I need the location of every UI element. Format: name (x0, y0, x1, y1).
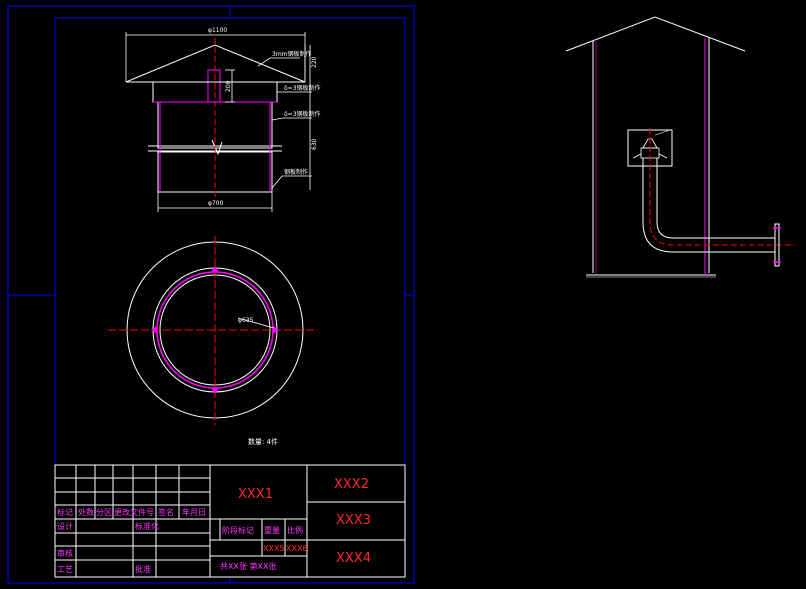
label-sign: 签名 (158, 507, 174, 517)
dim-top-width: φ1100 (208, 27, 227, 34)
placeholder-drawing-no: XXX4 (336, 551, 371, 566)
cad-drawing-canvas: φ1100 φ700 220 200 630 3mm钢板制作 δ=3钢板制作 δ… (7, 5, 795, 584)
label-count: 处数 (78, 507, 94, 517)
dim-vent-height: 200 (225, 80, 232, 92)
placeholder-company: XXX2 (334, 477, 369, 492)
label-process: 工艺 (57, 565, 73, 574)
dimension-lines (125, 32, 311, 212)
callout-mid: δ=3钢板制作 (284, 84, 321, 92)
placeholder-name: XXX1 (238, 487, 273, 502)
label-mark: 标记 (57, 507, 73, 517)
elevation-view: φ1100 φ700 220 200 630 3mm钢板制作 δ=3钢板制作 δ… (125, 27, 321, 212)
label-stage-mark: 阶段标记 (222, 525, 254, 535)
label-design: 设计 (57, 521, 73, 531)
label-sheets: 共XX张 第XX张 (220, 561, 276, 571)
placeholder-drawing-title: XXX3 (336, 513, 371, 528)
sheet-frame (7, 5, 415, 584)
label-scale: 比例 (287, 525, 303, 535)
placeholder-weight: XXX5 (263, 544, 285, 553)
placeholder-scale: XXX6 (286, 544, 308, 553)
dim-plan-radius: φ635 (238, 317, 254, 324)
label-date: 年月日 (182, 507, 206, 517)
quantity-note: 数量: 4件 (248, 437, 278, 446)
label-approve: 批准 (135, 564, 151, 574)
callout-lower: δ=3钢板制作 (284, 110, 321, 118)
label-weight: 重量 (264, 525, 280, 535)
label-zone: 分区 (96, 508, 112, 517)
dim-bottom-width: φ700 (208, 200, 224, 207)
dim-body-height: 630 (311, 138, 318, 150)
label-standard: 标准化 (135, 521, 159, 531)
callout-top: 3mm钢板制作 (272, 50, 312, 58)
plan-view: φ635 数量: 4件 (108, 236, 318, 446)
label-change-doc: 更改文件号 (114, 507, 154, 517)
dim-roof-height: 220 (311, 56, 318, 68)
callout-bottom: 钢板制作 (284, 168, 308, 176)
section-view (565, 16, 795, 278)
label-review: 审核 (57, 548, 73, 558)
vent-neck (207, 69, 221, 103)
